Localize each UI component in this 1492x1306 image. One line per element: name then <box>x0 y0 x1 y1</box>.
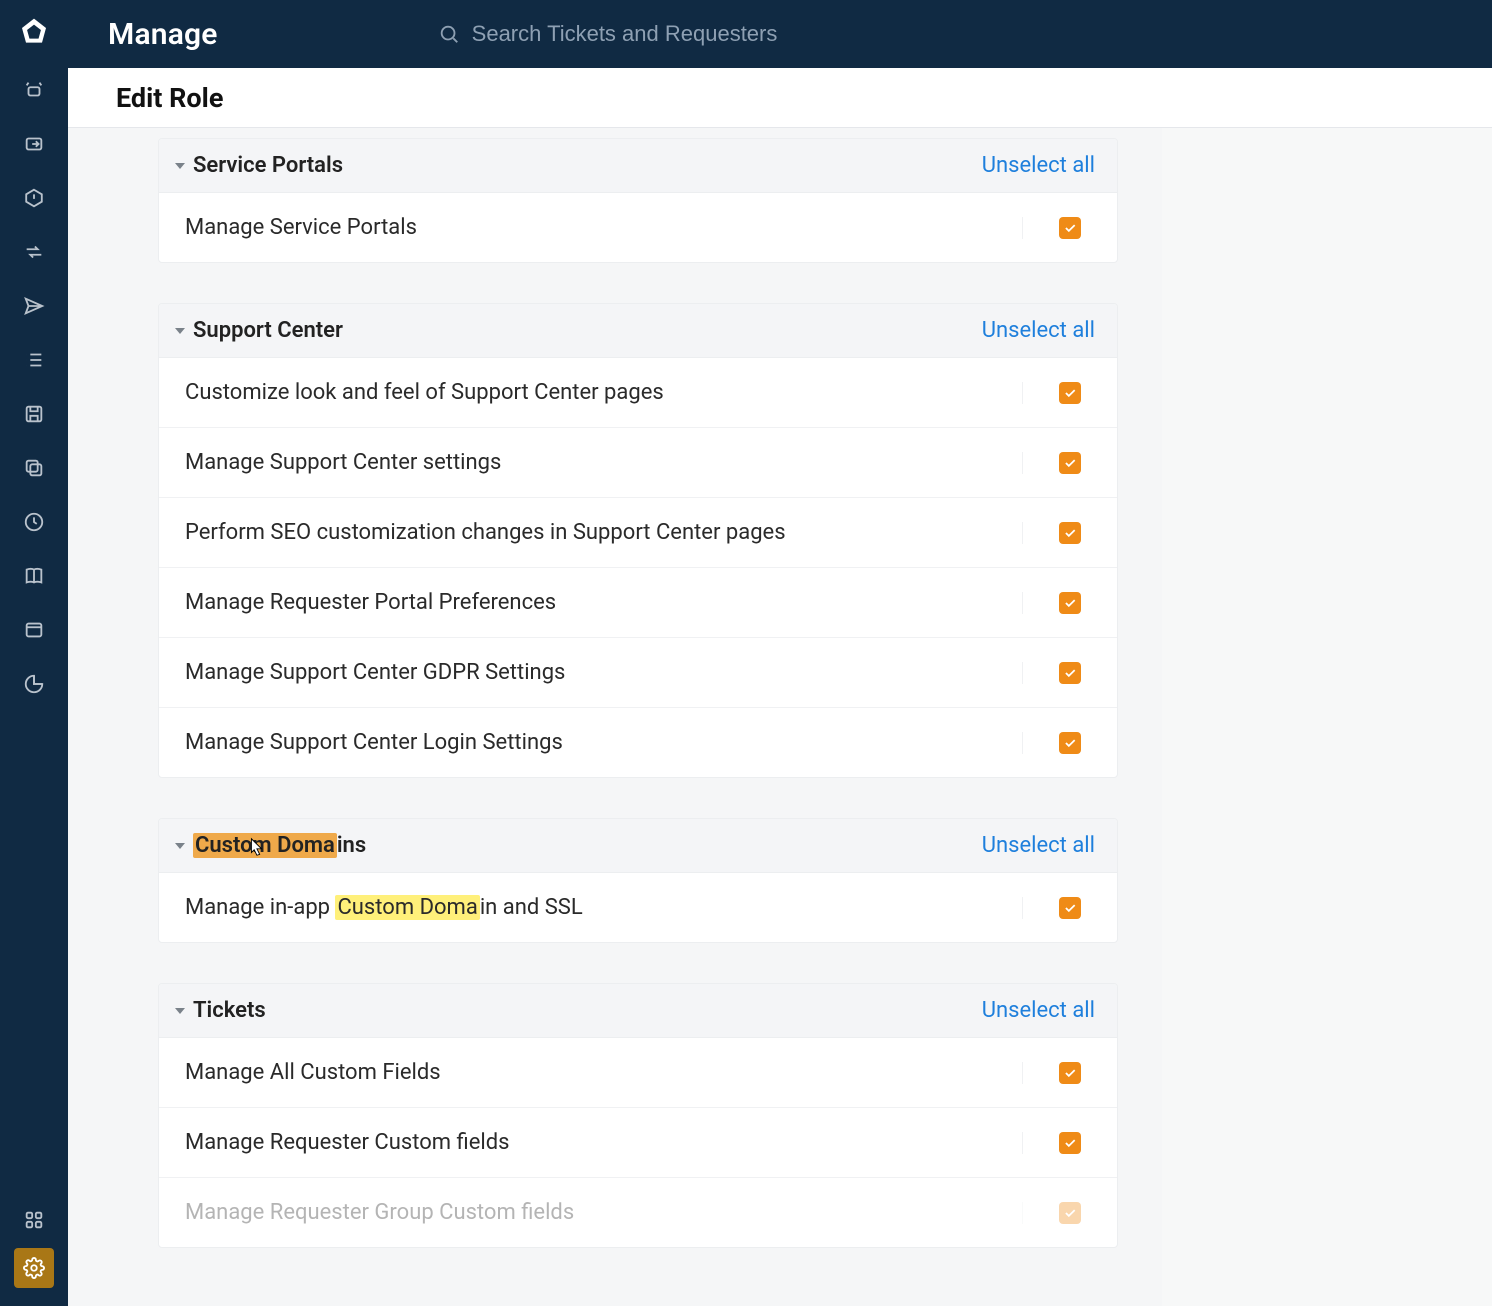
save-icon[interactable] <box>20 400 48 428</box>
settings-icon[interactable] <box>14 1248 54 1288</box>
permission-row: Manage All Custom Fields <box>159 1038 1117 1108</box>
permission-checkbox[interactable] <box>1059 592 1081 614</box>
permission-label: Manage All Custom Fields <box>185 1060 441 1085</box>
section-title: Tickets <box>193 998 266 1023</box>
permission-row: Manage Support Center Login Settings <box>159 708 1117 777</box>
app-logo[interactable] <box>16 14 52 50</box>
section-header-support-center[interactable]: Support Center Unselect all <box>159 304 1117 358</box>
section-support-center: Support Center Unselect all Customize lo… <box>158 303 1118 778</box>
permission-checkbox[interactable] <box>1059 1202 1081 1224</box>
permission-row: Manage Requester Group Custom fields <box>159 1178 1117 1247</box>
permission-row: Manage Support Center GDPR Settings <box>159 638 1117 708</box>
section-header-tickets[interactable]: Tickets Unselect all <box>159 984 1117 1038</box>
unselect-all-link[interactable]: Unselect all <box>982 998 1095 1023</box>
permission-checkbox[interactable] <box>1059 452 1081 474</box>
permission-checkbox[interactable] <box>1059 217 1081 239</box>
permission-label: Manage in-app Custom Domain and SSL <box>185 895 583 920</box>
permission-checkbox[interactable] <box>1059 662 1081 684</box>
section-service-portals: Service Portals Unselect all Manage Serv… <box>158 138 1118 263</box>
permission-row: Manage Service Portals <box>159 193 1117 262</box>
topbar: Manage <box>68 0 1492 68</box>
permission-label: Manage Support Center Login Settings <box>185 730 563 755</box>
chevron-down-icon <box>175 1008 185 1014</box>
page-title: Edit Role <box>116 82 223 114</box>
section-header-custom-domains[interactable]: Custom Domains Unselect all <box>159 819 1117 873</box>
sidebar-bottom <box>14 1206 54 1288</box>
permission-label: Manage Service Portals <box>185 215 417 240</box>
chevron-down-icon <box>175 163 185 169</box>
search-icon <box>438 23 460 45</box>
permission-checkbox[interactable] <box>1059 1132 1081 1154</box>
copy-icon[interactable] <box>20 454 48 482</box>
permission-row: Perform SEO customization changes in Sup… <box>159 498 1117 568</box>
section-title: Support Center <box>193 318 343 343</box>
chevron-down-icon <box>175 843 185 849</box>
section-header-service-portals[interactable]: Service Portals Unselect all <box>159 139 1117 193</box>
permissions-container: Service Portals Unselect all Manage Serv… <box>158 138 1118 1248</box>
permission-checkbox[interactable] <box>1059 1062 1081 1084</box>
main-scroll[interactable]: Service Portals Unselect all Manage Serv… <box>68 128 1492 1306</box>
permission-label: Customize look and feel of Support Cente… <box>185 380 664 405</box>
permission-checkbox[interactable] <box>1059 732 1081 754</box>
pie-icon[interactable] <box>20 670 48 698</box>
permission-row: Customize look and feel of Support Cente… <box>159 358 1117 428</box>
search-highlight: Custom Doma <box>335 895 479 920</box>
global-search[interactable] <box>438 21 992 47</box>
book-icon[interactable] <box>20 562 48 590</box>
window-icon[interactable] <box>20 616 48 644</box>
permission-checkbox[interactable] <box>1059 522 1081 544</box>
permission-label: Manage Support Center GDPR Settings <box>185 660 565 685</box>
permission-row: Manage Support Center settings <box>159 428 1117 498</box>
section-title: Service Portals <box>193 153 343 178</box>
section-tickets: Tickets Unselect all Manage All Custom F… <box>158 983 1118 1248</box>
search-highlight: Custom Doma <box>193 833 337 858</box>
unselect-all-link[interactable]: Unselect all <box>982 833 1095 858</box>
clock-icon[interactable] <box>20 508 48 536</box>
permission-label: Manage Requester Portal Preferences <box>185 590 556 615</box>
alert-icon[interactable] <box>20 184 48 212</box>
unselect-all-link[interactable]: Unselect all <box>982 153 1095 178</box>
permission-row: Manage Requester Custom fields <box>159 1108 1117 1178</box>
page-header: Edit Role <box>68 68 1492 128</box>
chevron-down-icon <box>175 328 185 334</box>
unselect-all-link[interactable]: Unselect all <box>982 318 1095 343</box>
section-custom-domains: Custom Domains Unselect all Manage in-ap… <box>158 818 1118 943</box>
permission-label: Manage Requester Group Custom fields <box>185 1200 574 1225</box>
permission-label: Manage Support Center settings <box>185 450 501 475</box>
permission-checkbox[interactable] <box>1059 897 1081 919</box>
search-input[interactable] <box>472 21 992 47</box>
sidebar-nav <box>20 76 48 698</box>
permission-row: Manage Requester Portal Preferences <box>159 568 1117 638</box>
app-title: Manage <box>108 17 218 52</box>
list-icon[interactable] <box>20 346 48 374</box>
permission-label: Manage Requester Custom fields <box>185 1130 509 1155</box>
inbox-arrow-icon[interactable] <box>20 130 48 158</box>
permission-checkbox[interactable] <box>1059 382 1081 404</box>
alarm-icon[interactable] <box>20 76 48 104</box>
permission-label: Perform SEO customization changes in Sup… <box>185 520 786 545</box>
swap-icon[interactable] <box>20 238 48 266</box>
apps-icon[interactable] <box>20 1206 48 1234</box>
section-title: Custom Domains <box>193 833 366 858</box>
send-icon[interactable] <box>20 292 48 320</box>
app-sidebar <box>0 0 68 1306</box>
permission-row: Manage in-app Custom Domain and SSL <box>159 873 1117 942</box>
